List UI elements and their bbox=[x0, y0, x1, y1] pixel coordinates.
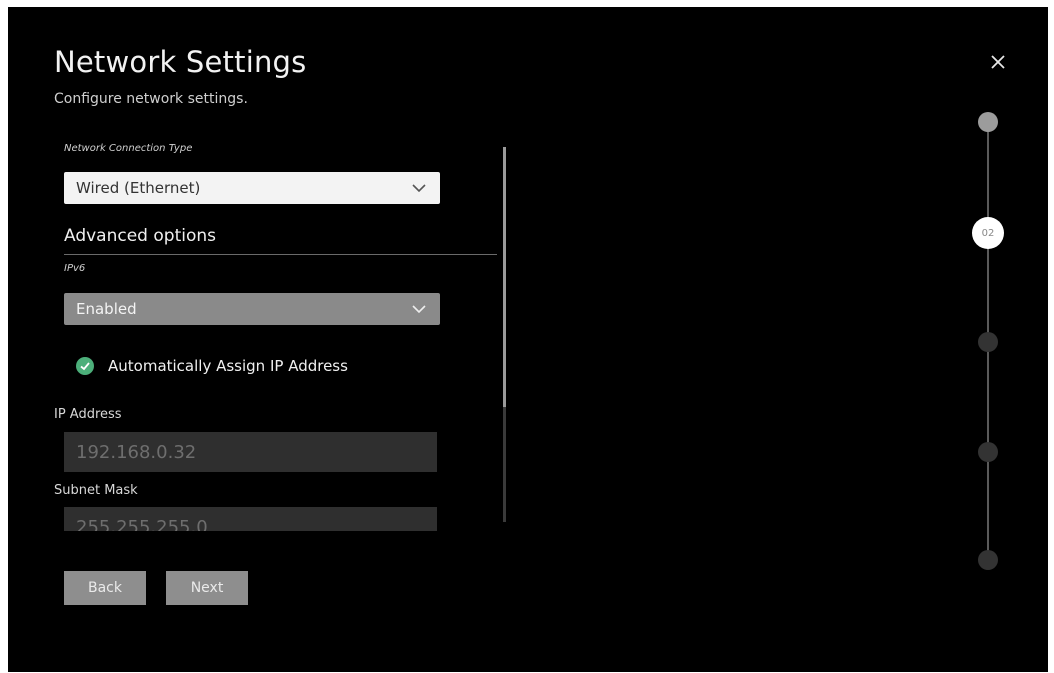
section-divider bbox=[64, 254, 497, 255]
subnet-mask-label: Subnet Mask bbox=[54, 483, 138, 498]
step-2-indicator: 02 bbox=[972, 217, 1004, 249]
auto-assign-ip-label: Automatically Assign IP Address bbox=[108, 357, 348, 375]
close-button[interactable] bbox=[986, 50, 1010, 74]
connection-type-dropdown[interactable]: Wired (Ethernet) bbox=[64, 172, 440, 204]
settings-form: Network Connection Type Wired (Ethernet)… bbox=[8, 7, 528, 531]
ipv6-dropdown[interactable]: Enabled bbox=[64, 293, 440, 325]
step-1-indicator bbox=[978, 112, 998, 132]
auto-assign-ip-checkbox[interactable]: Automatically Assign IP Address bbox=[76, 357, 348, 375]
step-3-indicator bbox=[978, 332, 998, 352]
scrollbar-thumb[interactable] bbox=[503, 147, 506, 407]
step-5-indicator bbox=[978, 550, 998, 570]
advanced-options-heading: Advanced options bbox=[64, 226, 216, 246]
close-icon bbox=[991, 55, 1005, 69]
ip-address-label: IP Address bbox=[54, 407, 122, 422]
network-settings-screen: Network Settings Configure network setti… bbox=[8, 7, 1048, 672]
chevron-down-icon bbox=[412, 305, 426, 314]
ipv6-value: Enabled bbox=[76, 300, 137, 318]
connection-type-value: Wired (Ethernet) bbox=[76, 179, 201, 197]
connection-type-label: Network Connection Type bbox=[64, 143, 193, 154]
step-4-indicator bbox=[978, 442, 998, 462]
back-button[interactable]: Back bbox=[64, 571, 146, 605]
next-button[interactable]: Next bbox=[166, 571, 248, 605]
checkmark-icon bbox=[76, 357, 94, 375]
subnet-mask-field[interactable] bbox=[64, 507, 437, 531]
chevron-down-icon bbox=[412, 184, 426, 193]
ip-address-field[interactable] bbox=[64, 432, 437, 472]
ipv6-label: IPv6 bbox=[64, 263, 86, 274]
current-step-number: 02 bbox=[981, 227, 995, 239]
